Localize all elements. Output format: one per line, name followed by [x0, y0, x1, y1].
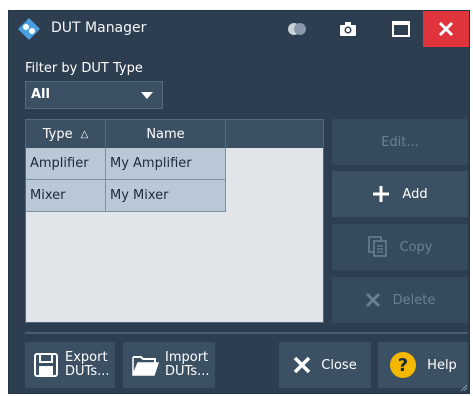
resize-grip-icon[interactable]	[461, 385, 467, 391]
copy-button-label: Copy	[399, 239, 433, 255]
table-cell-type[interactable]: Amplifier	[26, 148, 106, 180]
dut-table[interactable]: Type △ Name Amplifier My Amplifier Mixer…	[25, 119, 324, 323]
export-label-line1: Export	[65, 350, 108, 365]
add-button[interactable]: Add	[332, 171, 468, 217]
toggle-icon[interactable]	[287, 19, 307, 39]
chevron-down-icon	[141, 92, 153, 99]
maximize-icon[interactable]	[391, 19, 411, 39]
table-header-filler	[226, 120, 323, 148]
svg-text:?: ?	[398, 355, 408, 376]
close-button-label: Close	[321, 357, 357, 373]
window-close-button[interactable]	[423, 11, 469, 47]
copy-icon	[367, 236, 388, 258]
table-cell-name[interactable]: My Mixer	[106, 180, 226, 212]
close-icon	[438, 21, 454, 37]
folder-open-icon	[131, 353, 159, 377]
import-label-line1: Import	[165, 350, 209, 365]
edit-button-label: Edit...	[381, 134, 419, 150]
copy-button[interactable]: Copy	[332, 224, 468, 270]
close-icon	[293, 356, 311, 374]
help-button[interactable]: ? Help	[378, 342, 468, 388]
save-disk-icon	[33, 352, 59, 378]
column-header-name-label: Name	[146, 126, 185, 142]
delete-button[interactable]: Delete	[332, 277, 468, 323]
table-cell-name[interactable]: My Amplifier	[106, 148, 226, 180]
divider	[25, 332, 468, 334]
filter-label: Filter by DUT Type	[25, 61, 143, 76]
table-cell-type[interactable]: Mixer	[26, 180, 106, 212]
filter-selected-value: All	[31, 87, 50, 102]
export-duts-label: Export DUTs...	[65, 351, 109, 379]
plus-icon	[372, 185, 390, 203]
dut-type-filter-select[interactable]: All	[25, 81, 163, 109]
delete-x-icon	[365, 292, 381, 308]
dut-manager-dialog: DUT Manager Filter by DUT Type All Type	[8, 10, 470, 394]
delete-button-label: Delete	[392, 292, 436, 308]
import-duts-button[interactable]: Import DUTs...	[123, 342, 215, 388]
add-button-label: Add	[402, 186, 428, 202]
title-bar: DUT Manager	[9, 11, 469, 47]
column-header-name[interactable]: Name	[106, 120, 226, 148]
help-button-label: Help	[427, 357, 457, 373]
window-title: DUT Manager	[51, 20, 147, 36]
close-button[interactable]: Close	[279, 342, 371, 388]
import-duts-label: Import DUTs...	[165, 351, 209, 379]
export-label-line2: DUTs...	[65, 364, 110, 379]
app-logo-icon	[18, 18, 40, 40]
camera-icon[interactable]	[338, 19, 358, 39]
import-label-line2: DUTs...	[165, 364, 210, 379]
edit-button[interactable]: Edit...	[332, 119, 468, 165]
help-question-icon: ?	[389, 351, 417, 379]
column-header-type[interactable]: Type △	[26, 120, 106, 148]
sort-ascending-icon: △	[80, 128, 89, 140]
export-duts-button[interactable]: Export DUTs...	[25, 342, 115, 388]
column-header-type-label: Type	[42, 126, 73, 142]
